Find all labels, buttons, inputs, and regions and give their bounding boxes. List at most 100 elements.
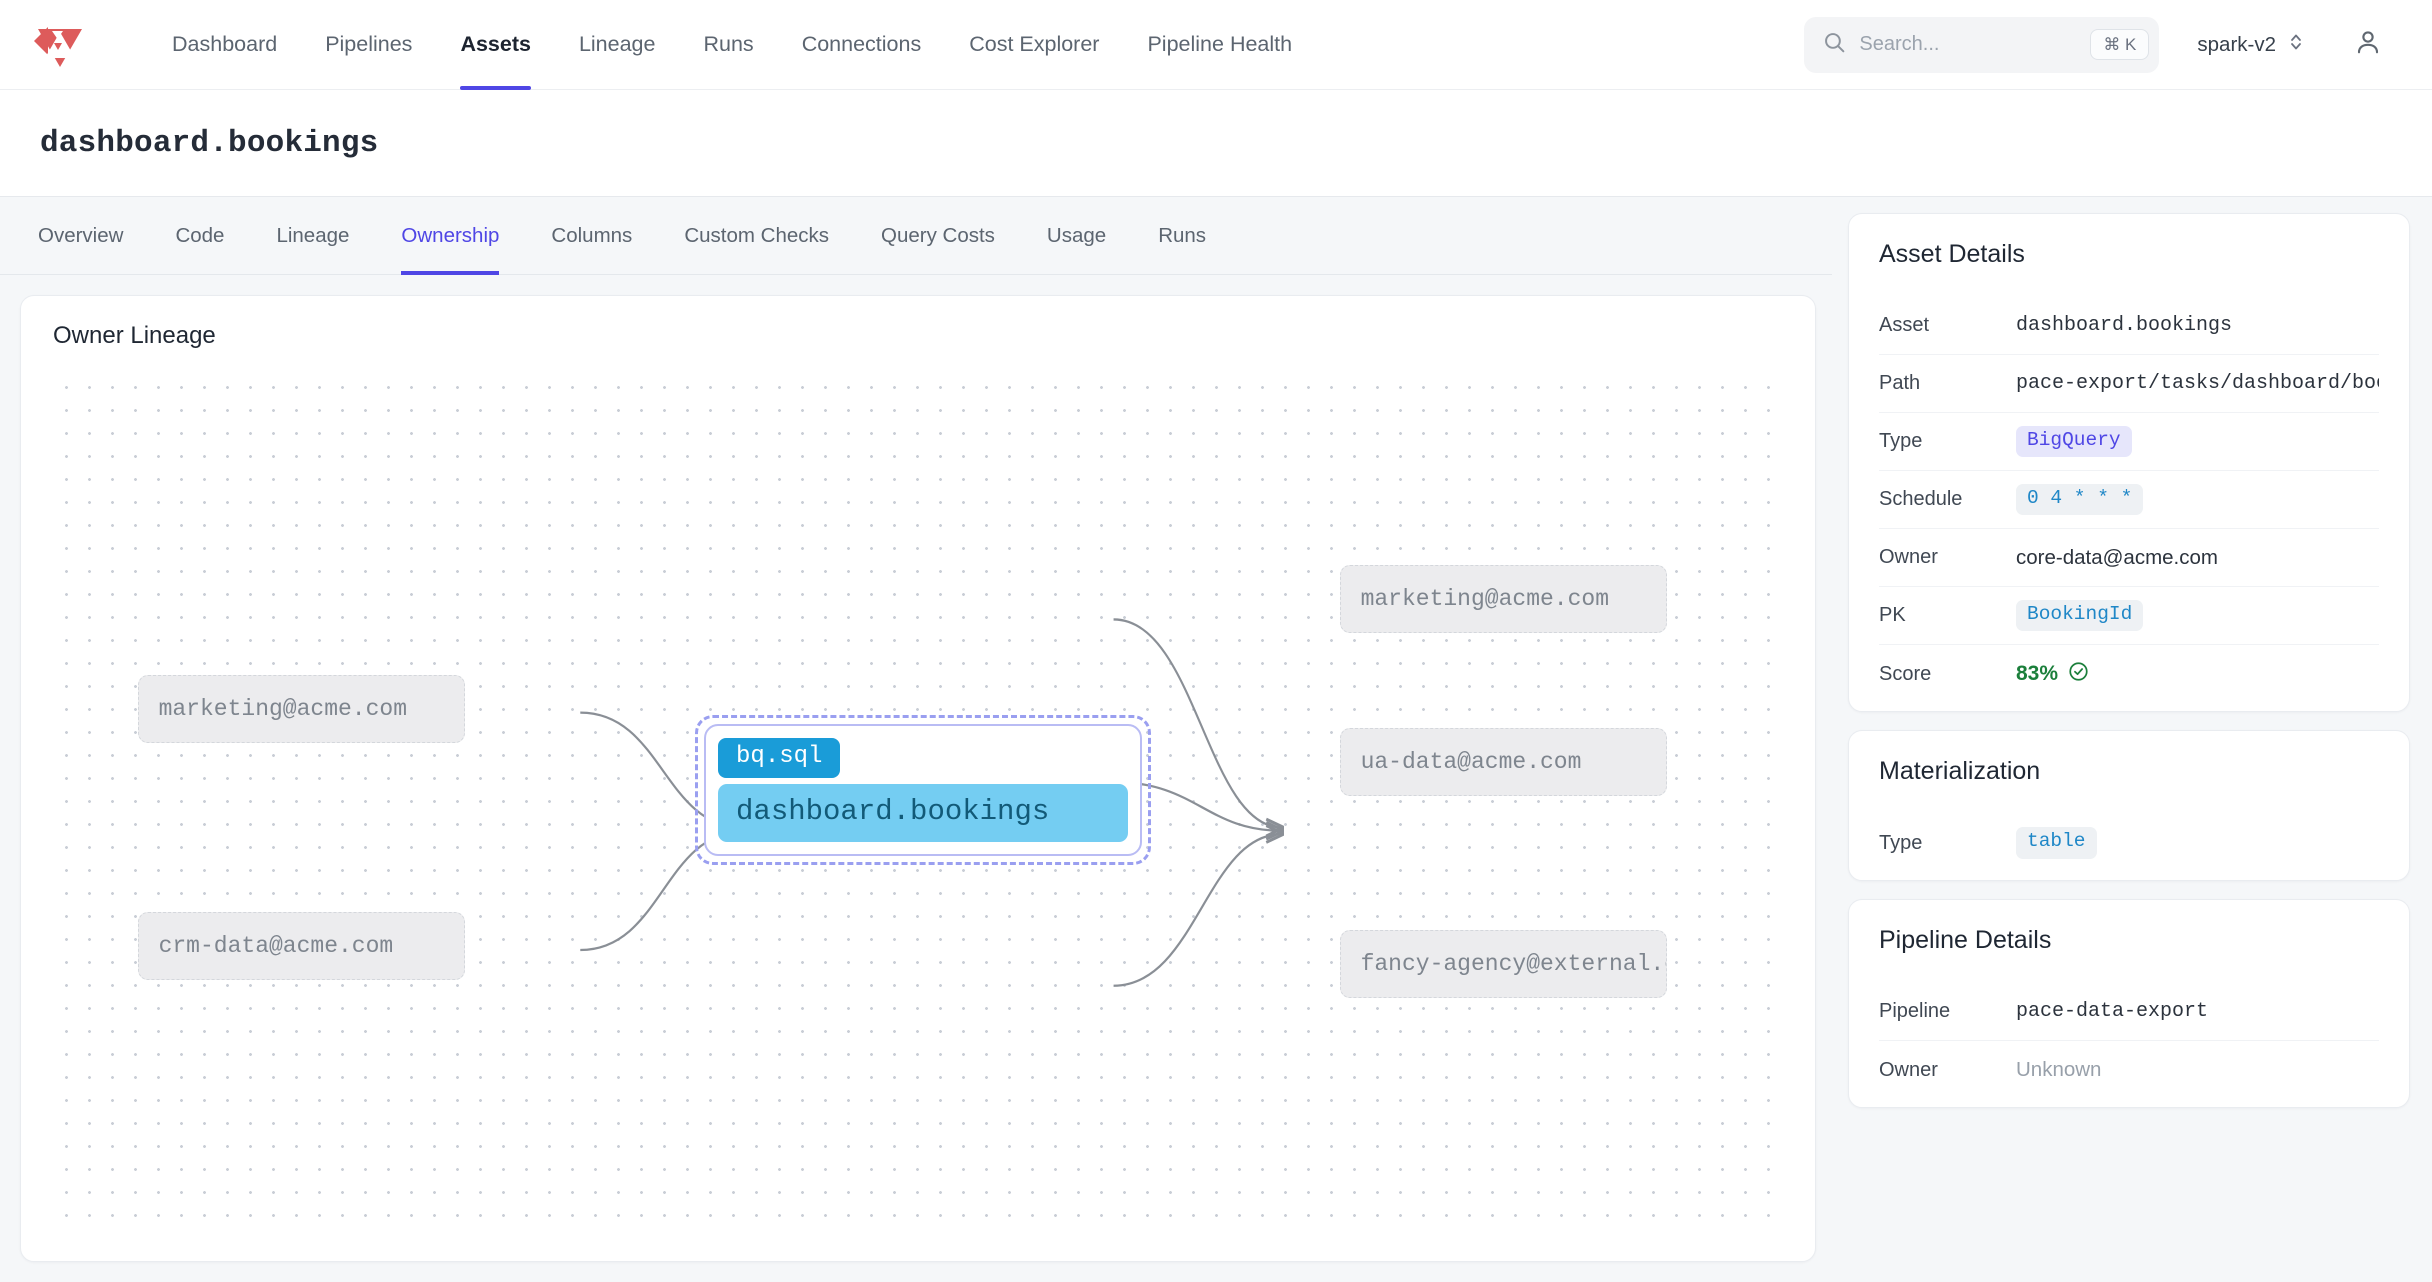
nav-item-dashboard[interactable]: Dashboard xyxy=(148,0,301,90)
upstream-owner-node[interactable]: crm-data@acme.com xyxy=(137,911,466,981)
detail-key: Pipeline xyxy=(1879,1000,1951,1022)
detail-key: Owner xyxy=(1879,546,1938,568)
tab-label: Overview xyxy=(38,223,124,247)
score-badge: 83% xyxy=(2016,660,2090,689)
search-icon xyxy=(1822,30,1847,60)
nav-item-assets[interactable]: Assets xyxy=(436,0,555,90)
tab-label: Lineage xyxy=(276,223,350,247)
nav-item-pipeline-health[interactable]: Pipeline Health xyxy=(1123,0,1316,90)
nav-label: Pipelines xyxy=(325,32,413,56)
materialization-type-badge: table xyxy=(2016,827,2097,859)
materialization-row-type: Type table xyxy=(1879,814,2379,872)
detail-key: Owner xyxy=(1879,1058,1938,1081)
owner-lineage-header: Owner Lineage xyxy=(21,296,1815,368)
tab-overview[interactable]: Overview xyxy=(12,197,149,275)
tab-custom-checks[interactable]: Custom Checks xyxy=(658,197,855,275)
nav-label: Pipeline Health xyxy=(1147,32,1293,56)
tab-query-costs[interactable]: Query Costs xyxy=(855,197,1021,275)
search-input-placeholder[interactable]: Search... xyxy=(1859,33,2078,56)
detail-key: PK xyxy=(1879,604,1906,626)
nav-label: Dashboard xyxy=(172,32,278,56)
owner-node-label: fancy-agency@external.c… xyxy=(1360,951,1668,978)
detail-key: Type xyxy=(1879,430,1923,452)
project-name: spark-v2 xyxy=(2197,32,2276,56)
nav-item-pipelines[interactable]: Pipelines xyxy=(301,0,436,90)
detail-row-path: Path pace-export/tasks/dashboard/book: xyxy=(1879,355,2379,413)
detail-value: 0 4 * * * xyxy=(2016,483,2144,516)
nav-item-connections[interactable]: Connections xyxy=(778,0,946,90)
nav-label: Lineage xyxy=(578,32,656,56)
top-navigation-bar: Dashboard Pipelines Assets Lineage Runs … xyxy=(0,0,2432,90)
details-sidebar: Asset Details Asset dashboard.bookings P… xyxy=(1832,197,2432,1282)
tab-runs[interactable]: Runs xyxy=(1132,197,1232,275)
tab-ownership[interactable]: Ownership xyxy=(375,197,525,275)
detail-row-owner: Owner core-data@acme.com xyxy=(1879,529,2379,587)
downstream-owner-node[interactable]: marketing@acme.com xyxy=(1339,564,1668,634)
owner-node-label: marketing@acme.com xyxy=(158,696,408,723)
page-title: dashboard.bookings xyxy=(40,125,379,161)
detail-value: 83% xyxy=(2016,660,2090,689)
detail-row-schedule: Schedule 0 4 * * * xyxy=(1879,471,2379,529)
detail-row-type: Type BigQuery xyxy=(1879,413,2379,471)
detail-value: BigQuery xyxy=(2016,425,2132,458)
top-bar-right-group: Search... ⌘ K spark-v2 xyxy=(1804,16,2396,73)
downstream-owner-node[interactable]: fancy-agency@external.c… xyxy=(1339,929,1668,999)
user-icon xyxy=(2353,27,2383,62)
materialization-title: Materialization xyxy=(1879,757,2041,785)
tab-label: Code xyxy=(175,223,225,247)
asset-details-card: Asset Details Asset dashboard.bookings P… xyxy=(1848,213,2410,712)
nav-item-cost-explorer[interactable]: Cost Explorer xyxy=(945,0,1123,90)
tab-label: Custom Checks xyxy=(684,223,829,247)
downstream-owner-node[interactable]: ua-data@acme.com xyxy=(1339,727,1668,797)
detail-row-pk: PK BookingId xyxy=(1879,587,2379,645)
asset-file-badge: bq.sql xyxy=(718,737,841,778)
nav-item-lineage[interactable]: Lineage xyxy=(555,0,680,90)
detail-key: Path xyxy=(1879,372,1921,394)
asset-tabs: Overview Code Lineage Ownership Columns … xyxy=(0,197,1832,275)
tab-label: Ownership xyxy=(401,223,500,247)
score-value: 83% xyxy=(2016,662,2059,685)
detail-row-score: Score 83% xyxy=(1879,645,2379,703)
detail-value: BookingId xyxy=(2016,599,2144,632)
tab-label: Columns xyxy=(551,223,633,247)
tab-usage[interactable]: Usage xyxy=(1021,197,1132,275)
detail-row-asset: Asset dashboard.bookings xyxy=(1879,297,2379,355)
pk-badge: BookingId xyxy=(2016,599,2144,632)
detail-value: pace-data-export xyxy=(2016,1000,2209,1023)
detail-value: core-data@acme.com xyxy=(2016,545,2218,569)
lineage-canvas[interactable]: marketing@acme.com crm-data@acme.com mar… xyxy=(47,368,1789,1235)
pipeline-row-owner: Owner Unknown xyxy=(1879,1041,2379,1099)
detail-key: Score xyxy=(1879,662,1932,685)
main-nav: Dashboard Pipelines Assets Lineage Runs … xyxy=(148,0,1316,90)
nav-item-runs[interactable]: Runs xyxy=(679,0,777,90)
user-account-button[interactable] xyxy=(2340,17,2396,73)
materialization-card: Materialization Type table xyxy=(1848,730,2410,881)
asset-details-title: Asset Details xyxy=(1879,240,2025,268)
owner-node-label: crm-data@acme.com xyxy=(158,932,394,959)
detail-value: table xyxy=(2016,827,2097,859)
pipeline-row-pipeline: Pipeline pace-data-export xyxy=(1879,983,2379,1041)
selected-asset-node[interactable]: bq.sql dashboard.bookings xyxy=(695,714,1152,865)
search-box[interactable]: Search... ⌘ K xyxy=(1804,16,2160,73)
schedule-badge: 0 4 * * * xyxy=(2016,483,2144,516)
owner-lineage-card: Owner Lineage marketing@acme.com crm-dat… xyxy=(20,295,1816,1262)
nav-label: Connections xyxy=(801,32,922,56)
check-circle-icon xyxy=(2067,660,2090,689)
tab-label: Query Costs xyxy=(881,223,995,247)
selected-asset-node-inner: bq.sql dashboard.bookings xyxy=(704,723,1143,856)
detail-value: dashboard.bookings xyxy=(2016,314,2233,337)
app-logo-icon[interactable] xyxy=(34,21,86,69)
detail-value: pace-export/tasks/dashboard/book: xyxy=(2016,372,2379,395)
detail-key: Schedule xyxy=(1879,488,1963,510)
tab-lineage[interactable]: Lineage xyxy=(250,197,375,275)
project-selector[interactable]: spark-v2 xyxy=(2163,30,2322,60)
ownership-panel-area: Owner Lineage marketing@acme.com crm-dat… xyxy=(0,275,1832,1282)
search-shortcut-badge: ⌘ K xyxy=(2090,29,2150,60)
tab-code[interactable]: Code xyxy=(149,197,250,275)
upstream-owner-node[interactable]: marketing@acme.com xyxy=(137,674,466,744)
chevron-up-down-icon xyxy=(2288,30,2304,60)
tab-label: Usage xyxy=(1046,223,1107,247)
owner-lineage-title: Owner Lineage xyxy=(53,322,216,349)
detail-key: Asset xyxy=(1879,314,1930,336)
tab-columns[interactable]: Columns xyxy=(525,197,658,275)
